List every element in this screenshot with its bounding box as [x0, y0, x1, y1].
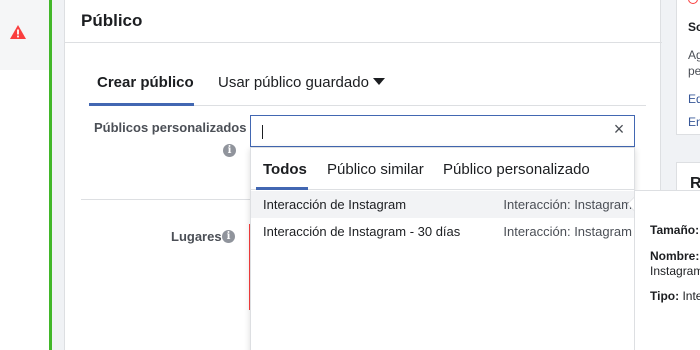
dropdown-tab-lookalike[interactable]: Público similar: [327, 161, 424, 178]
tab-label: Usar público guardado: [218, 74, 369, 91]
custom-audience-search[interactable]: ×: [250, 115, 635, 147]
left-rail: [0, 0, 52, 350]
info-icon[interactable]: i: [222, 230, 235, 243]
audience-panel: Público Crear público Usar público guard…: [64, 0, 662, 350]
right-card-top: Sc Ag pe Ed En: [676, 0, 700, 135]
caret-down-icon: [372, 78, 385, 85]
audience-name: Interacción de Instagram: [263, 197, 407, 212]
tooltip-type: Tipo: Inte: [650, 289, 700, 303]
active-tab-indicator: [89, 103, 194, 106]
warning-icon: [10, 25, 26, 39]
tooltip-name-label: Nombre:: [650, 249, 700, 263]
dropdown-tab-custom[interactable]: Público personalizado: [443, 161, 590, 178]
dropdown-tabs: Todos Público similar Público personaliz…: [251, 148, 634, 190]
text-cursor: [262, 125, 263, 139]
search-input[interactable]: [265, 122, 595, 142]
tooltip-size-label: Tamaño:: [650, 223, 700, 237]
tab-label: Crear público: [97, 74, 194, 91]
audience-dropdown: Todos Público similar Público personaliz…: [250, 147, 635, 350]
rail-accent-bar: [49, 0, 52, 350]
tab-create-audience[interactable]: Crear público: [97, 74, 194, 91]
dropdown-active-indicator: [256, 187, 308, 190]
panel-title: Público: [81, 11, 143, 30]
rail-item-audience-warning[interactable]: [0, 0, 52, 70]
locations-label: Lugares: [171, 229, 222, 244]
audience-type: Interacción: Instagram: [503, 224, 632, 239]
audience-name: Interacción de Instagram - 30 días: [263, 224, 461, 239]
clear-icon[interactable]: ×: [612, 120, 626, 138]
info-icon[interactable]: i: [223, 144, 236, 157]
tooltip-name-value: Instagram: [650, 264, 700, 278]
card-text: pe: [688, 64, 700, 78]
audience-detail-tooltip: Tamaño: Nombre: Instagram Tipo: Inte: [634, 190, 700, 350]
status-circle-icon: [688, 0, 698, 4]
list-item[interactable]: Interacción de Instagram Interacción: In…: [251, 191, 634, 218]
card-link[interactable]: En: [688, 115, 700, 129]
dropdown-tab-all[interactable]: Todos: [263, 161, 307, 178]
list-item[interactable]: Interacción de Instagram - 30 días Inter…: [251, 218, 634, 245]
card-text: Ag: [688, 48, 700, 62]
tab-use-saved-audience[interactable]: Usar público guardado: [218, 74, 385, 91]
audience-type: Interacción: Instagram: [503, 197, 632, 212]
section-divider: [81, 199, 261, 200]
card-heading: Sc: [688, 20, 700, 34]
panel-divider: [65, 42, 662, 43]
audience-tabs: Crear público Usar público guardado: [89, 72, 646, 106]
custom-audiences-label: Públicos personalizados: [94, 120, 247, 135]
card-link[interactable]: Ed: [688, 92, 700, 106]
